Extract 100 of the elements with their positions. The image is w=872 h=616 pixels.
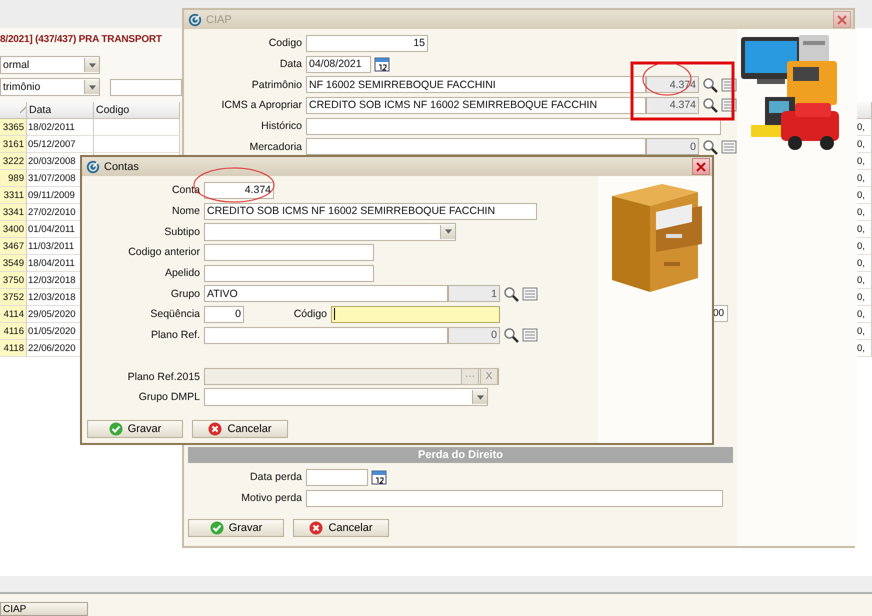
close-icon: [696, 162, 706, 172]
text-field[interactable]: [331, 306, 500, 323]
table-cell: 0,: [856, 340, 872, 357]
table-cell: 0,: [856, 272, 872, 289]
code-field[interactable]: 1: [448, 285, 500, 302]
code-field[interactable]: 0: [646, 138, 699, 156]
field-label: Apelido: [164, 267, 201, 280]
column-header[interactable]: Data: [27, 102, 94, 119]
dropdown-button[interactable]: [84, 58, 99, 72]
field-label: Motivo perda: [240, 492, 303, 504]
text-field[interactable]: CREDITO SOB ICMS NF 16002 SEMIRREBOQUE FACCHIN: [306, 96, 646, 114]
close-icon: [837, 14, 847, 24]
text-field[interactable]: ATIVO: [204, 285, 448, 302]
table-cell: 989: [0, 170, 27, 187]
search-icon[interactable]: [503, 327, 519, 344]
cancel-button[interactable]: Cancelar: [293, 518, 389, 536]
field-label: Plano Ref.: [150, 329, 201, 342]
table-cell: 3311: [0, 187, 27, 204]
window-title: CIAP: [206, 14, 233, 26]
table-cell: 3365: [0, 119, 27, 136]
app-icon: [86, 160, 100, 174]
cancel-icon: [208, 422, 222, 436]
save-button[interactable]: Gravar: [188, 518, 284, 536]
text-field[interactable]: [204, 264, 374, 282]
caret-icon: [88, 62, 96, 68]
field-label: Codigo: [268, 37, 303, 50]
search-icon[interactable]: [702, 97, 718, 114]
check-icon: [108, 422, 123, 436]
table-cell: 0,: [856, 187, 872, 204]
table-cell: 18/02/2011: [27, 119, 94, 136]
code-field[interactable]: 0: [448, 326, 500, 344]
field-label: Código: [292, 308, 328, 320]
cancel-icon: [309, 520, 324, 534]
search-icon[interactable]: [702, 76, 718, 93]
number-field[interactable]: 0: [204, 306, 244, 323]
calendar-icon[interactable]: [374, 56, 390, 72]
save-button[interactable]: Gravar: [87, 420, 183, 438]
field-label: Patrimônio: [250, 78, 303, 91]
text-field[interactable]: [204, 326, 448, 344]
table-cell: 3222: [0, 153, 27, 170]
field-label: Grupo: [170, 288, 201, 300]
field-label: Data: [278, 58, 303, 70]
field-label: ICMS a Apropriar: [220, 99, 303, 112]
table-cell: 3467: [0, 238, 27, 255]
table-cell: 3752: [0, 289, 27, 306]
combo-box[interactable]: trimônio: [0, 78, 100, 96]
field-label: Seqüência: [149, 308, 201, 320]
dropdown-button[interactable]: [440, 224, 455, 239]
text-field[interactable]: [306, 138, 646, 156]
taskbar-button[interactable]: CIAP: [0, 602, 88, 616]
field-label: Histórico: [260, 120, 303, 132]
table-cell: 3750: [0, 272, 27, 289]
close-button[interactable]: [833, 11, 851, 28]
field-label: Data perda: [249, 471, 303, 484]
caret-icon: [88, 84, 96, 90]
dropdown-button[interactable]: [472, 390, 487, 404]
column-header[interactable]: Codigo: [94, 102, 180, 119]
field-label: Plano Ref.2015: [126, 370, 201, 383]
table-cell: 0,: [856, 136, 872, 153]
table-cell: 0,: [856, 306, 872, 323]
field-label: Subtipo: [163, 226, 201, 238]
table-cell: 4118: [0, 340, 27, 357]
section-header: Perda do Direito: [188, 447, 733, 464]
search-icon[interactable]: [702, 138, 718, 155]
table-cell: 4114: [0, 306, 27, 323]
table-cell: 0,: [856, 153, 872, 170]
table-cell: 3161: [0, 136, 27, 153]
code-field[interactable]: 4.374: [646, 96, 699, 114]
combo-box[interactable]: ormal: [0, 56, 100, 74]
table-cell: 3341: [0, 204, 27, 221]
table-cell: 0,: [856, 119, 872, 136]
caret-icon: [476, 394, 484, 400]
date-field[interactable]: 04/08/2021: [306, 56, 371, 73]
field-label: Codigo anterior: [127, 246, 201, 258]
close-button[interactable]: [692, 158, 710, 175]
field-label: Mercadoria: [248, 140, 303, 153]
text-field[interactable]: [306, 118, 721, 135]
number-field[interactable]: 4.374: [204, 182, 274, 199]
table-cell: 0,: [856, 255, 872, 272]
text-field[interactable]: [110, 78, 182, 96]
check-icon: [210, 520, 224, 534]
table-cell: 0,: [856, 238, 872, 255]
sort-icon: [20, 107, 26, 113]
table-cell: 0,: [856, 204, 872, 221]
record-title: 8/2021] (437/437) PRA TRANSPORT: [0, 28, 182, 50]
search-icon[interactable]: [503, 286, 519, 302]
number-field[interactable]: 15: [306, 34, 428, 52]
table-cell: 0,: [856, 221, 872, 238]
text-field[interactable]: [204, 244, 374, 261]
table-cell: 0,: [856, 289, 872, 306]
text-field[interactable]: NF 16002 SEMIRREBOQUE FACCHINI: [306, 76, 646, 94]
field-label: Grupo DMPL: [138, 391, 201, 404]
table-cell: 0,: [856, 170, 872, 187]
date-field[interactable]: [306, 468, 368, 486]
cancel-button[interactable]: Cancelar: [192, 420, 288, 438]
table-cell: 0,: [856, 323, 872, 340]
calendar-icon[interactable]: [371, 469, 387, 486]
dropdown-button[interactable]: [84, 80, 99, 94]
text-field[interactable]: [306, 490, 723, 507]
text-field[interactable]: CREDITO SOB ICMS NF 16002 SEMIRREBOQUE FACCHIN: [204, 202, 537, 220]
